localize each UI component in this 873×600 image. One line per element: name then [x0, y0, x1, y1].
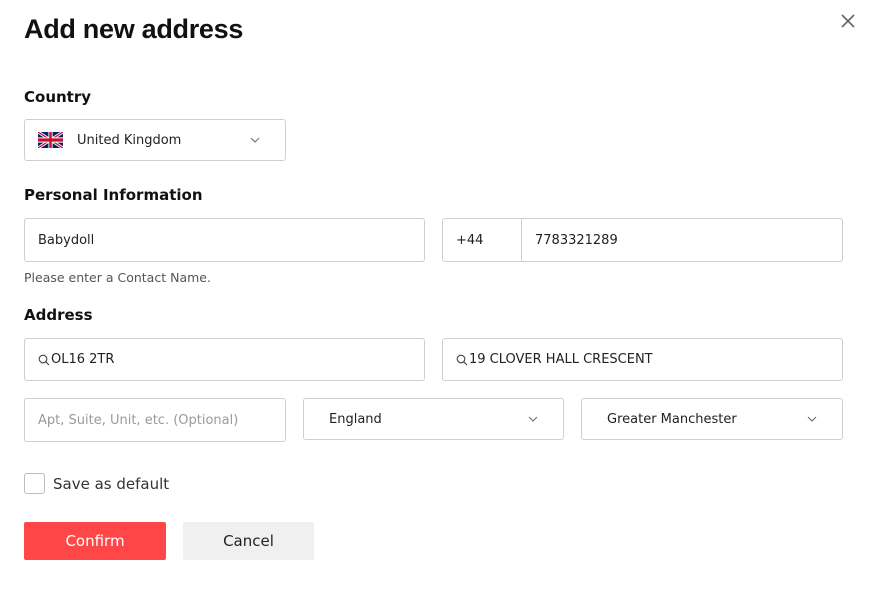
contact-name-input[interactable]: Babydoll — [24, 218, 425, 262]
chevron-down-icon — [807, 416, 817, 422]
cancel-button[interactable]: Cancel — [183, 522, 314, 560]
close-icon — [841, 14, 855, 28]
county-select[interactable]: Greater Manchester — [581, 398, 843, 440]
country-label: Country — [24, 88, 92, 106]
add-address-dialog: Add new address Country United Kingdom P… — [0, 0, 873, 600]
chevron-down-icon — [528, 416, 538, 422]
country-value: United Kingdom — [77, 132, 182, 148]
address-label: Address — [24, 306, 93, 324]
apt-suite-input[interactable]: Apt, Suite, Unit, etc. (Optional) — [24, 398, 286, 442]
phone-number-value: 7783321289 — [535, 232, 618, 248]
phone-code-value: +44 — [456, 232, 484, 248]
close-button[interactable] — [836, 9, 860, 33]
confirm-button[interactable]: Confirm — [24, 522, 166, 560]
search-icon — [38, 354, 50, 365]
uk-flag-icon — [38, 132, 63, 148]
personal-info-label: Personal Information — [24, 186, 203, 204]
postcode-value: OL16 2TR — [51, 352, 115, 367]
phone-number-input[interactable]: 7783321289 — [521, 218, 843, 262]
apt-suite-placeholder: Apt, Suite, Unit, etc. (Optional) — [38, 412, 239, 428]
contact-name-hint: Please enter a Contact Name. — [24, 270, 211, 285]
postcode-search-input[interactable]: OL16 2TR — [24, 338, 425, 381]
phone-code-select[interactable]: +44 — [442, 218, 522, 262]
save-default-checkbox[interactable] — [24, 473, 45, 494]
county-value: Greater Manchester — [607, 411, 737, 427]
search-icon — [456, 354, 468, 365]
contact-name-value: Babydoll — [38, 232, 95, 248]
save-default-label[interactable]: Save as default — [53, 475, 169, 493]
region-value: England — [329, 411, 382, 427]
street-value: 19 CLOVER HALL CRESCENT — [469, 352, 653, 367]
street-search-input[interactable]: 19 CLOVER HALL CRESCENT — [442, 338, 843, 381]
country-select[interactable]: United Kingdom — [24, 119, 286, 161]
dialog-title: Add new address — [24, 14, 244, 44]
chevron-down-icon — [250, 137, 260, 143]
region-select[interactable]: England — [303, 398, 564, 440]
